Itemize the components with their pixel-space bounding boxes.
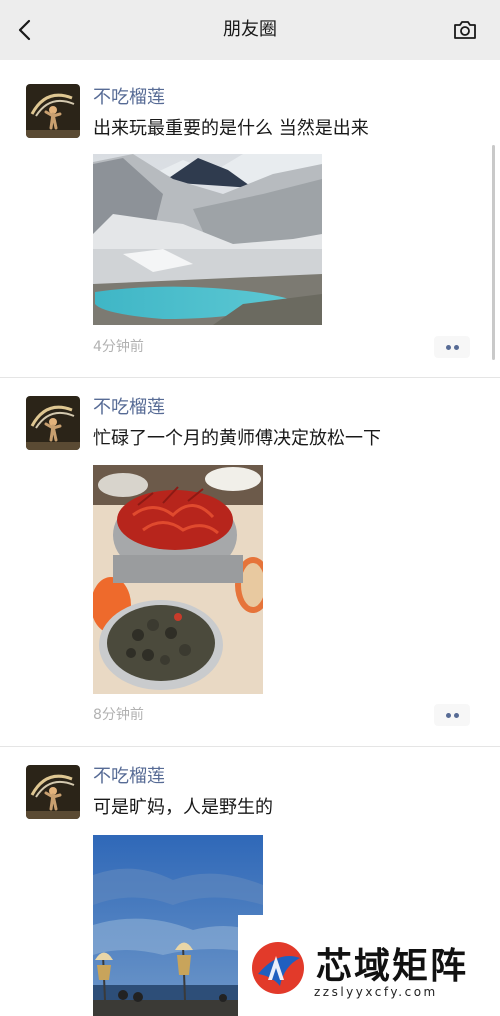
post-text: 可是旷妈，人是野生的 [93, 797, 273, 818]
watermark: 芯域矩阵 zzslyyxcfy.com [238, 915, 500, 1016]
scrollbar[interactable] [492, 145, 495, 360]
dot-icon [446, 713, 451, 718]
avatar[interactable] [26, 765, 80, 819]
post-timestamp: 4分钟前 [93, 339, 144, 355]
more-actions-button[interactable] [434, 336, 470, 358]
page-title: 朋友圈 [223, 19, 277, 40]
watermark-url: zzslyyxcfy.com [314, 985, 438, 999]
watermark-title: 芯域矩阵 [316, 945, 469, 987]
post-username[interactable]: 不吃榴莲 [93, 765, 165, 789]
avatar[interactable] [26, 84, 80, 138]
mountain-lake-photo[interactable] [93, 154, 322, 325]
post-username[interactable]: 不吃榴莲 [93, 86, 165, 110]
dot-icon [454, 713, 459, 718]
dot-icon [454, 345, 459, 350]
moment-post-1: 不吃榴莲 出来玩最重要的是什么 当然是出来 4分钟前 [0, 60, 500, 377]
top-nav-bar: 朋友圈 [0, 0, 500, 60]
post-text: 出来玩最重要的是什么 当然是出来 [93, 118, 369, 139]
dot-icon [446, 345, 451, 350]
camera-icon[interactable] [452, 18, 478, 42]
more-actions-button[interactable] [434, 704, 470, 726]
avatar[interactable] [26, 396, 80, 450]
crayfish-dinner-photo[interactable] [93, 465, 263, 694]
moment-post-2: 不吃榴莲 忙碌了一个月的黄师傅决定放松一下 8分钟前 [0, 378, 500, 746]
post-timestamp: 8分钟前 [93, 707, 144, 723]
post-text: 忙碌了一个月的黄师傅决定放松一下 [93, 428, 381, 449]
brand-logo-icon [252, 942, 304, 994]
post-username[interactable]: 不吃榴莲 [93, 396, 165, 420]
